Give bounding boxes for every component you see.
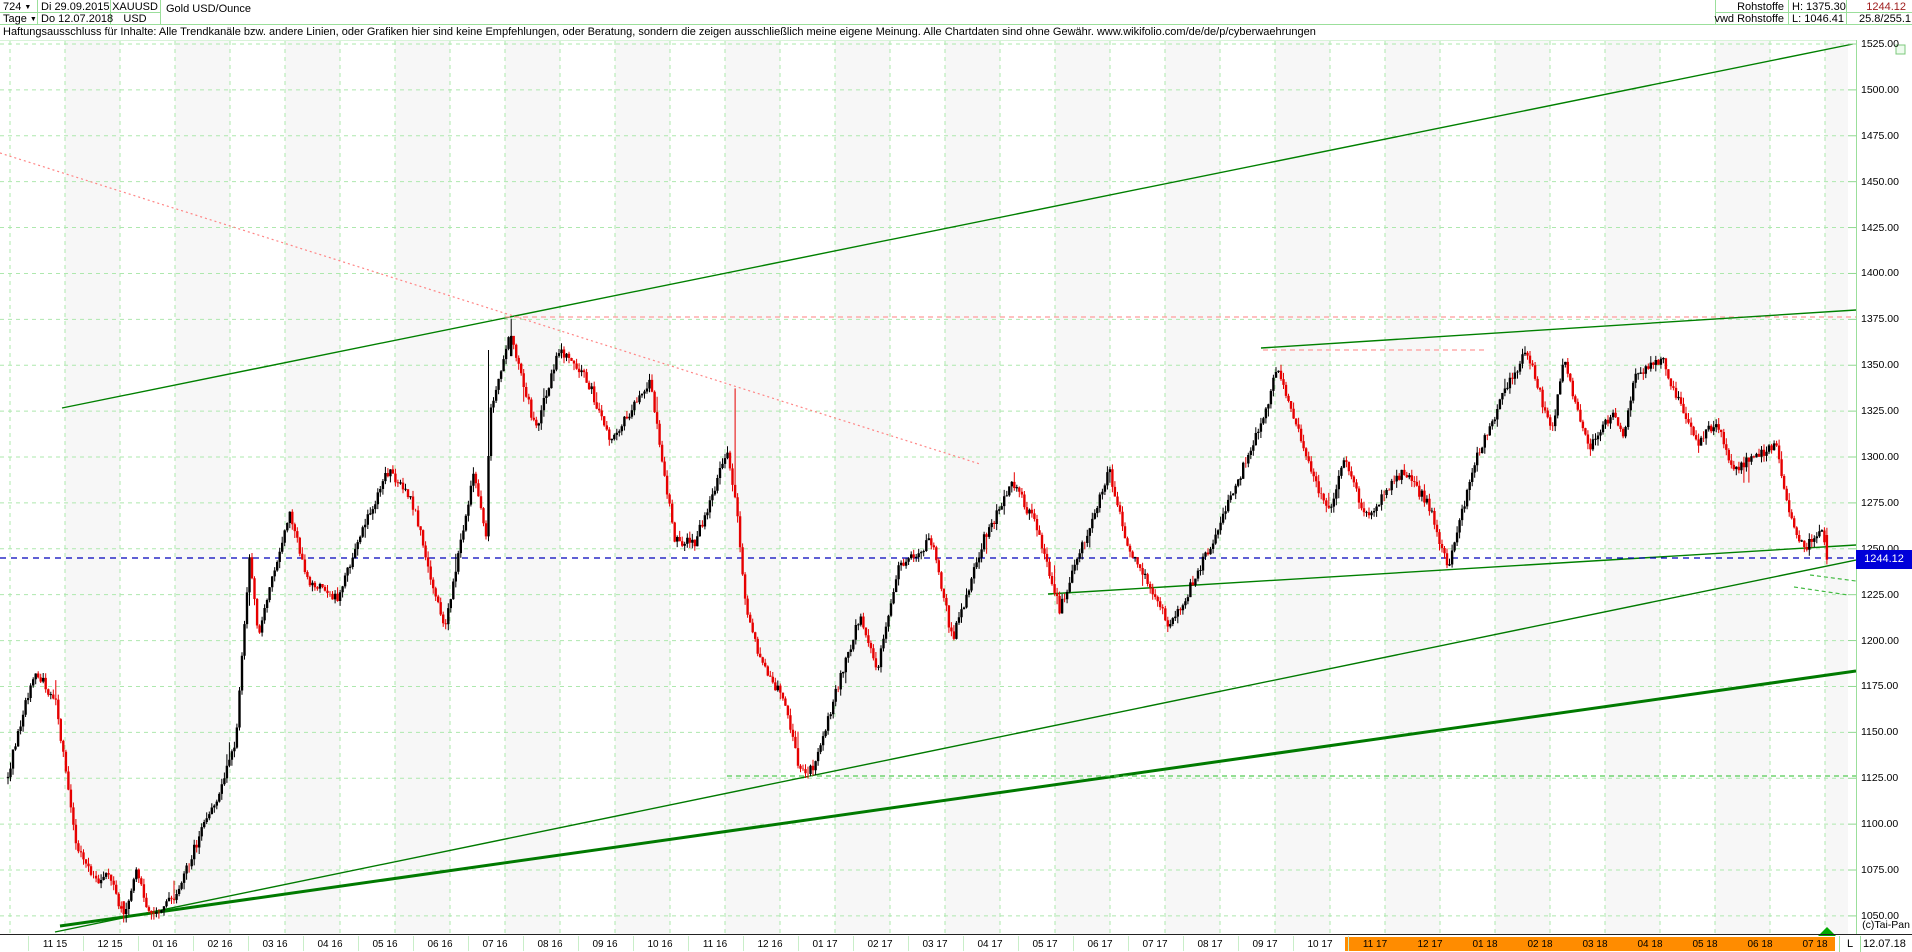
x-axis-label: 06 18 bbox=[1742, 938, 1778, 951]
x-axis-label: 08 17 bbox=[1192, 938, 1228, 951]
last-bar-date: 12.07.18 bbox=[1863, 938, 1906, 950]
axis-tick bbox=[1348, 936, 1349, 951]
x-axis-label: 12 17 bbox=[1412, 938, 1448, 951]
taipan-chart-window: { "header": { "bars_count": "724", "peri… bbox=[0, 0, 1912, 952]
plot-top-border bbox=[0, 40, 1856, 41]
x-axis-label: 05 16 bbox=[367, 938, 403, 951]
axis-tick bbox=[303, 936, 304, 951]
axis-tick bbox=[963, 936, 964, 951]
x-axis-label: 05 17 bbox=[1027, 938, 1063, 951]
axis-tick bbox=[688, 936, 689, 951]
axis-tick bbox=[1128, 936, 1129, 951]
x-axis-label: 01 17 bbox=[807, 938, 843, 951]
x-axis-label: 09 16 bbox=[587, 938, 623, 951]
x-axis-label: 06 16 bbox=[422, 938, 458, 951]
x-axis-label: 07 17 bbox=[1137, 938, 1173, 951]
y-axis-label: 1125.00 bbox=[1861, 772, 1910, 784]
axis-tick bbox=[743, 936, 744, 951]
y-axis-label: 1400.00 bbox=[1861, 267, 1910, 279]
axis-tick bbox=[248, 936, 249, 951]
y-axis-label: 1275.00 bbox=[1861, 497, 1910, 509]
x-axis-label: 12 16 bbox=[752, 938, 788, 951]
x-axis-label: 03 18 bbox=[1577, 938, 1613, 951]
y-axis-label: 1100.00 bbox=[1861, 818, 1910, 830]
chart-canvas[interactable] bbox=[0, 0, 1912, 952]
axis-tick bbox=[523, 936, 524, 951]
price-axis-line bbox=[1856, 40, 1857, 935]
axis-tick bbox=[193, 936, 194, 951]
y-axis-label: 1150.00 bbox=[1861, 726, 1910, 738]
axis-tick bbox=[1018, 936, 1019, 951]
x-axis-label: 01 16 bbox=[147, 938, 183, 951]
axis-tick bbox=[853, 936, 854, 951]
y-axis-label: 1075.00 bbox=[1861, 864, 1910, 876]
axis-tick bbox=[1183, 936, 1184, 951]
x-axis-label: 12 15 bbox=[92, 938, 128, 951]
y-axis-label: 1200.00 bbox=[1861, 635, 1910, 647]
y-axis-label: 1525.00 bbox=[1861, 38, 1910, 50]
last-bar-label: L bbox=[1839, 936, 1861, 952]
x-axis-label: 08 16 bbox=[532, 938, 568, 951]
y-axis-label: 1225.00 bbox=[1861, 589, 1910, 601]
x-axis-label: 10 17 bbox=[1302, 938, 1338, 951]
x-axis-label: 11 16 bbox=[697, 938, 733, 951]
x-axis-label: 06 17 bbox=[1082, 938, 1118, 951]
x-axis-label: 03 16 bbox=[257, 938, 293, 951]
y-axis-label: 1175.00 bbox=[1861, 680, 1910, 692]
axis-tick bbox=[798, 936, 799, 951]
axis-tick bbox=[1238, 936, 1239, 951]
y-axis-label: 1475.00 bbox=[1861, 130, 1910, 142]
x-axis-label: 07 18 bbox=[1797, 938, 1833, 951]
time-axis-line bbox=[0, 934, 1912, 935]
x-axis-label: 07 16 bbox=[477, 938, 513, 951]
x-axis-label: 09 17 bbox=[1247, 938, 1283, 951]
axis-tick bbox=[138, 936, 139, 951]
x-axis-label: 10 16 bbox=[642, 938, 678, 951]
x-axis-label: 01 18 bbox=[1467, 938, 1503, 951]
axis-tick bbox=[578, 936, 579, 951]
axis-tick bbox=[28, 936, 29, 951]
axis-tick bbox=[413, 936, 414, 951]
y-axis-label: 1375.00 bbox=[1861, 313, 1910, 325]
x-axis-label: 11 17 bbox=[1357, 938, 1393, 951]
axis-tick bbox=[358, 936, 359, 951]
axis-tick bbox=[633, 936, 634, 951]
y-axis-label: 1350.00 bbox=[1861, 359, 1910, 371]
current-price-badge: 1244.12 bbox=[1856, 550, 1912, 569]
y-axis-label: 1300.00 bbox=[1861, 451, 1910, 463]
y-axis-label: 1450.00 bbox=[1861, 176, 1910, 188]
x-axis-label: 02 17 bbox=[862, 938, 898, 951]
y-axis-label: 1425.00 bbox=[1861, 222, 1910, 234]
axis-tick bbox=[1293, 936, 1294, 951]
x-axis-label: 04 17 bbox=[972, 938, 1008, 951]
x-axis-label: 05 18 bbox=[1687, 938, 1723, 951]
axis-tick bbox=[908, 936, 909, 951]
x-axis-label: 02 18 bbox=[1522, 938, 1558, 951]
y-axis-label: 1325.00 bbox=[1861, 405, 1910, 417]
axis-tick bbox=[83, 936, 84, 951]
axis-tick bbox=[1073, 936, 1074, 951]
copyright-label: (c)Tai-Pan bbox=[1834, 919, 1910, 931]
x-axis-label: 04 18 bbox=[1632, 938, 1668, 951]
x-axis-label: 02 16 bbox=[202, 938, 238, 951]
axis-tick bbox=[468, 936, 469, 951]
y-axis-label: 1500.00 bbox=[1861, 84, 1910, 96]
x-axis-label: 11 15 bbox=[37, 938, 73, 951]
x-axis-label: 04 16 bbox=[312, 938, 348, 951]
x-axis-label: 03 17 bbox=[917, 938, 953, 951]
